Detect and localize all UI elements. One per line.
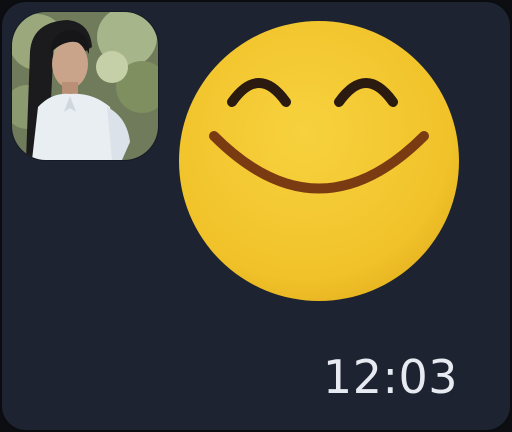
message-bubble[interactable]: 12:03 (0, 0, 512, 432)
avatar[interactable] (12, 12, 158, 160)
sticker-emoji[interactable] (174, 16, 464, 306)
avatar-photo-icon (12, 12, 158, 160)
smiling-face-emoji-icon (179, 21, 459, 301)
message-timestamp: 12:03 (322, 350, 458, 404)
